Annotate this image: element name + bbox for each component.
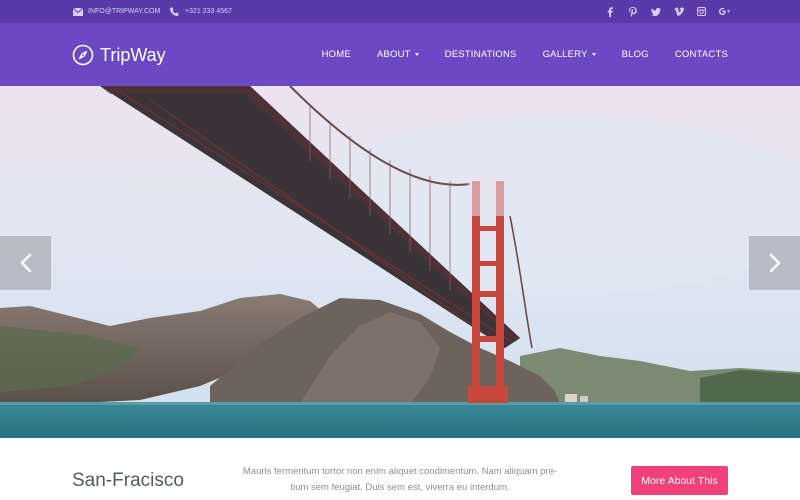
nav-item-destinations[interactable]: DESTINATIONS	[445, 49, 517, 60]
nav-item-about[interactable]: ABOUT	[377, 49, 419, 60]
chevron-right-icon	[768, 253, 782, 273]
caret-down-icon	[591, 53, 596, 56]
nav-item-home[interactable]: HOME	[322, 49, 351, 60]
main-menu: HOME ABOUT DESTINATIONS GALLERY BLOG CON…	[322, 23, 728, 86]
nav-label: DESTINATIONS	[444, 49, 517, 60]
twitter-icon[interactable]	[650, 6, 661, 17]
more-about-button[interactable]: More About This	[631, 466, 728, 495]
nav-item-contacts[interactable]: CONTACTS	[675, 49, 728, 60]
envelope-icon	[72, 6, 83, 17]
top-bar: INFO@TRIPWAY.COM +321 233 4567	[0, 0, 800, 23]
main-navbar: TripWay HOME ABOUT DESTINATIONS GALLERY …	[0, 23, 800, 86]
slide-caption: San-Fracisco Mauris fermentum tortor non…	[0, 438, 800, 500]
slider-prev-button[interactable]	[0, 236, 51, 290]
social-links	[604, 0, 730, 23]
facebook-icon[interactable]	[604, 6, 615, 17]
nav-label: HOME	[321, 49, 351, 60]
brand-name: TripWay	[100, 44, 166, 65]
brand-logo[interactable]: TripWay	[72, 43, 166, 67]
contact-email[interactable]: INFO@TRIPWAY.COM	[72, 0, 160, 23]
phone-icon	[169, 6, 180, 17]
pinterest-icon[interactable]	[627, 6, 638, 17]
vimeo-icon[interactable]	[673, 6, 684, 17]
contact-phone[interactable]: +321 233 4567	[169, 0, 232, 23]
city-title: San-Fracisco	[72, 470, 184, 491]
description-line: tium sem feugiat. Duis sem est, viverra …	[290, 482, 510, 493]
nav-label: CONTACTS	[674, 49, 728, 60]
nav-label: GALLERY	[542, 49, 588, 60]
compass-icon	[72, 44, 94, 66]
description-line: Mauris fermentum tortor non enim aliquet…	[242, 466, 558, 477]
nav-label: BLOG	[621, 49, 649, 60]
phone-text: +321 233 4567	[185, 8, 232, 15]
nav-label: ABOUT	[376, 49, 411, 60]
email-text: INFO@TRIPWAY.COM	[88, 8, 161, 15]
nav-item-blog[interactable]: BLOG	[622, 49, 649, 60]
slider-next-button[interactable]	[749, 236, 800, 290]
chevron-left-icon	[19, 253, 33, 273]
nav-item-gallery[interactable]: GALLERY	[543, 49, 596, 60]
googleplus-icon[interactable]	[719, 6, 730, 17]
hero-image	[0, 86, 800, 438]
caret-down-icon	[414, 53, 419, 56]
instagram-icon[interactable]	[696, 6, 707, 17]
hero-slider	[0, 86, 800, 438]
slide-description: Mauris fermentum tortor non enim aliquet…	[240, 464, 560, 496]
